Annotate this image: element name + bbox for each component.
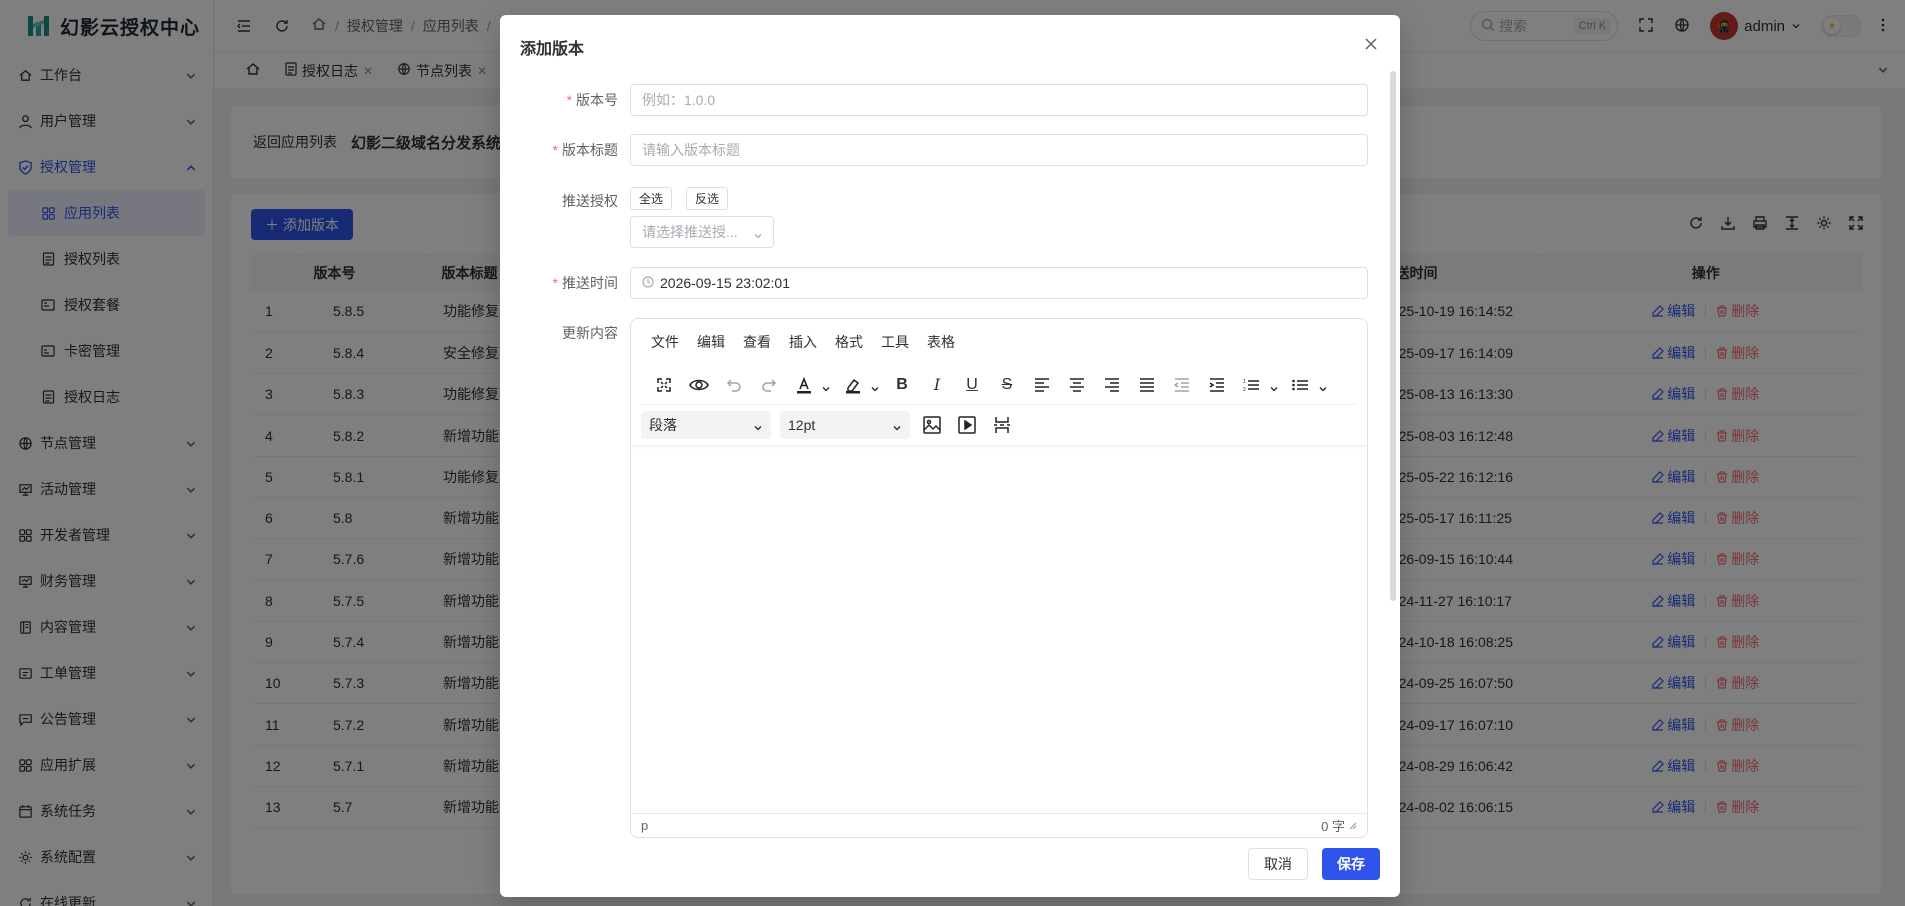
editor-menu-item[interactable]: 格式 [835,332,863,352]
svg-text:1: 1 [1243,379,1246,385]
editor-toolbar: B I U S 12 [641,365,1357,405]
editor-menu-item[interactable]: 插入 [789,332,817,352]
block-format-select[interactable]: 段落 [641,411,771,439]
preview-eye-icon[interactable] [686,372,712,398]
font-size-value: 12pt [788,417,816,433]
chevron-down-icon [753,228,763,244]
dialog-title: 添加版本 [520,41,585,58]
editor-body[interactable] [631,448,1367,816]
push-time-picker[interactable]: 2026-09-15 23:02:01 [630,267,1368,299]
invert-selection-button[interactable]: 反选 [686,187,729,210]
italic-icon[interactable]: I [924,372,950,398]
rich-text-editor: 文件编辑查看插入格式工具表格 B I U S 12 段落 12pt [630,318,1368,838]
time-label: * 推送时间 [552,275,618,291]
word-count-value: 0 字 [1321,819,1345,834]
element-path[interactable]: p [641,818,648,833]
page-break-icon[interactable] [989,412,1015,438]
push-license-select[interactable]: 请选择推送授... [630,216,774,248]
editor-menubar: 文件 编辑 查看 插入 格式 工具 表格 [631,319,1367,365]
underline-icon[interactable]: U [959,372,985,398]
editor-menu-item[interactable]: 表格 [927,332,955,352]
select-placeholder: 请选择推送授... [642,224,738,240]
save-button[interactable]: 保存 [1322,848,1380,880]
bold-icon[interactable]: B [889,372,915,398]
title-label: * 版本标题 [552,142,618,158]
resize-handle-icon[interactable] [1349,818,1357,833]
version-label: * 版本号 [566,92,618,108]
outdent-icon[interactable] [1169,372,1195,398]
dialog-scrollbar[interactable] [1390,71,1396,601]
editor-menu-item[interactable]: 工具 [881,332,909,352]
title-input[interactable]: 请输入版本标题 [630,134,1368,166]
version-input[interactable]: 例如：1.0.0 [630,84,1368,116]
fullscreen-icon[interactable] [651,372,677,398]
select-all-button[interactable]: 全选 [630,187,673,210]
image-icon[interactable] [919,412,945,438]
text-color-icon[interactable] [791,372,831,398]
align-right-icon[interactable] [1099,372,1125,398]
cancel-button[interactable]: 取消 [1248,848,1308,880]
font-size-select[interactable]: 12pt [780,411,910,439]
chevron-down-icon [753,420,763,436]
align-left-icon[interactable] [1029,372,1055,398]
clock-icon [642,275,654,291]
align-justify-icon[interactable] [1134,372,1160,398]
editor-menu-item[interactable]: 文件 [651,332,679,352]
svg-text:2: 2 [1243,387,1246,392]
redo-icon[interactable] [756,372,782,398]
video-icon[interactable] [954,412,980,438]
strikethrough-icon[interactable]: S [994,372,1020,398]
add-version-dialog: 添加版本 * 版本号 例如：1.0.0 * 版本标题 请输入版本标题 推送授权 全选… [500,15,1400,897]
undo-icon[interactable] [721,372,747,398]
align-center-icon[interactable] [1064,372,1090,398]
chevron-down-icon [892,420,902,436]
editor-menu-item[interactable]: 编辑 [697,332,725,352]
bullet-list-icon[interactable] [1288,372,1328,398]
editor-statusbar: p 0 字 [631,813,1367,837]
editor-menu-item[interactable]: 查看 [743,332,771,352]
close-icon[interactable] [1362,35,1380,53]
numbered-list-icon[interactable]: 12 [1239,372,1279,398]
content-label: 更新内容 [562,325,618,341]
highlight-color-icon[interactable] [840,372,880,398]
push-time-value: 2026-09-15 23:02:01 [660,275,790,291]
word-count[interactable]: 0 字 [1321,816,1357,835]
indent-icon[interactable] [1204,372,1230,398]
block-format-value: 段落 [649,417,677,433]
push-label: 推送授权 [562,193,618,209]
editor-toolbar-2: 段落 12pt [631,405,1367,445]
